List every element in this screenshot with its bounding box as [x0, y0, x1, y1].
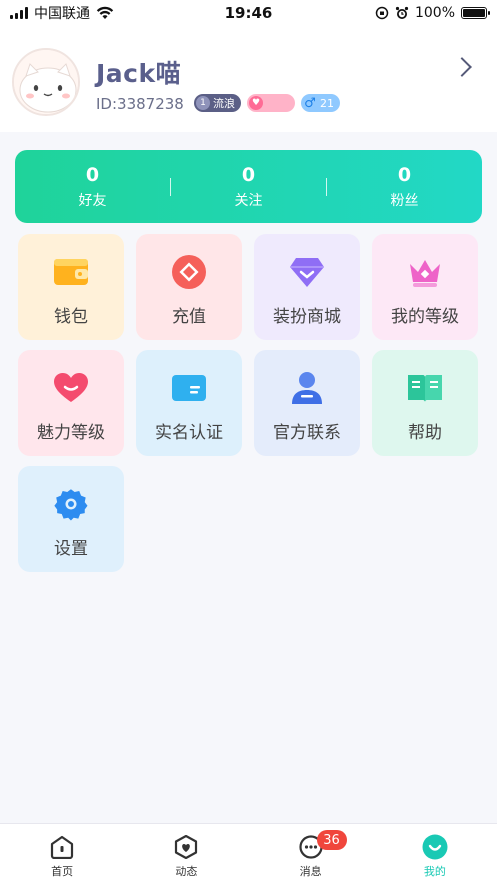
heart-badge-icon: ♥: [249, 96, 263, 110]
rotation-lock-icon: [375, 6, 389, 20]
tab-moments[interactable]: 动态: [124, 824, 248, 883]
tab-label: 消息: [299, 865, 322, 878]
moments-icon: [173, 834, 199, 860]
menu-official-contact[interactable]: 官方联系: [254, 350, 360, 456]
stat-label: 好友: [78, 192, 107, 209]
level-number: 1: [196, 96, 210, 110]
recharge-icon: [171, 254, 207, 290]
profile-badges: 1 流浪 ♥ ♂ 21: [194, 94, 340, 112]
stat-following[interactable]: 0 关注: [171, 164, 326, 210]
status-right: 100%: [375, 5, 490, 21]
wifi-icon: [96, 6, 114, 19]
help-book-icon: [407, 370, 443, 406]
age-value: 21: [320, 96, 334, 110]
menu-help[interactable]: 帮助: [372, 350, 478, 456]
id-card-icon: [171, 370, 207, 406]
unread-badge: 36: [316, 830, 347, 850]
menu-charm-level[interactable]: 魅力等级: [18, 350, 124, 456]
menu-label: 官方联系: [273, 423, 341, 443]
profile-header[interactable]: Jack喵 ID:3387238 1 流浪 ♥ ♂ 21: [0, 26, 497, 132]
signal-icon: [10, 7, 28, 19]
menu-label: 我的等级: [391, 307, 459, 327]
menu-wallet[interactable]: 钱包: [18, 234, 124, 340]
user-id: ID:3387238: [96, 95, 184, 113]
menu-label: 实名认证: [155, 423, 223, 443]
tab-mine[interactable]: 我的: [373, 824, 497, 883]
carrier-label: 中国联通: [34, 6, 90, 22]
menu-real-name[interactable]: 实名认证: [136, 350, 242, 456]
charm-badge: ♥: [247, 94, 295, 112]
tab-home[interactable]: 首页: [0, 824, 124, 883]
avatar[interactable]: [12, 48, 80, 116]
stats-card: 0 好友 0 关注 0 粉丝: [15, 150, 482, 223]
tab-label: 首页: [51, 865, 74, 878]
menu-label: 装扮商城: [273, 307, 341, 327]
menu-label: 钱包: [54, 307, 88, 327]
menu-recharge[interactable]: 充值: [136, 234, 242, 340]
menu-label: 充值: [172, 307, 206, 327]
gender-badge: ♂ 21: [301, 94, 340, 112]
wallet-icon: [53, 254, 89, 290]
heart-icon: [53, 370, 89, 406]
tab-messages[interactable]: 消息 36: [249, 824, 373, 883]
stat-value: 0: [85, 163, 100, 186]
bottom-tab-bar: 首页 动态 消息 36 我的: [0, 823, 497, 883]
battery-icon: [461, 7, 490, 19]
chevron-right-icon[interactable]: [452, 57, 472, 77]
profile-smile-icon: [422, 834, 448, 860]
stat-value: 0: [241, 163, 256, 186]
menu-my-level[interactable]: 我的等级: [372, 234, 478, 340]
menu-label: 设置: [54, 539, 88, 559]
male-icon: ♂: [304, 95, 316, 111]
crown-icon: [407, 254, 443, 290]
diamond-icon: [289, 254, 325, 290]
level-badge: 1 流浪: [194, 94, 241, 112]
service-person-icon: [289, 370, 325, 406]
menu-label: 帮助: [408, 423, 442, 443]
menu-label: 魅力等级: [37, 423, 105, 443]
battery-percent: 100%: [414, 5, 455, 21]
home-icon: [49, 834, 75, 860]
tab-label: 动态: [175, 865, 198, 878]
stat-value: 0: [397, 163, 412, 186]
username: Jack喵: [96, 59, 182, 88]
stat-label: 关注: [234, 192, 263, 209]
stat-label: 粉丝: [390, 192, 419, 209]
level-title: 流浪: [213, 97, 235, 110]
tab-label: 我的: [423, 865, 446, 878]
menu-settings[interactable]: 设置: [18, 466, 124, 572]
cat-avatar-icon: [14, 50, 78, 114]
menu-dress-shop[interactable]: 装扮商城: [254, 234, 360, 340]
stat-friends[interactable]: 0 好友: [15, 164, 170, 210]
settings-gear-icon: [53, 486, 89, 522]
stat-fans[interactable]: 0 粉丝: [327, 164, 482, 210]
status-left: 中国联通: [10, 3, 114, 23]
status-time: 19:46: [224, 4, 273, 22]
status-bar: 中国联通 19:46 100%: [0, 0, 497, 26]
alarm-icon: [395, 6, 409, 19]
